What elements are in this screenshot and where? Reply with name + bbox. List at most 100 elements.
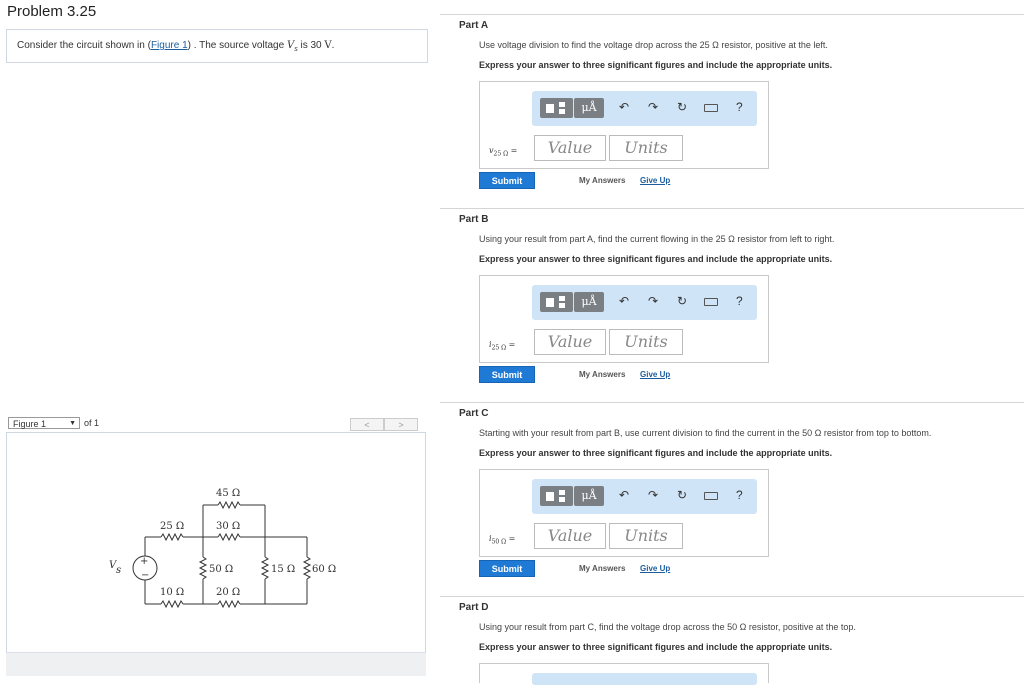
part-instruction: Express your answer to three significant… [479, 254, 833, 264]
answer-variable: i25 Ω = [489, 340, 515, 352]
value-input[interactable]: Value [534, 329, 606, 355]
period: . [331, 40, 335, 51]
undo-icon[interactable]: ↶ [619, 100, 629, 114]
help-icon[interactable]: ? [736, 294, 743, 308]
divider [440, 14, 1024, 15]
problem-statement: Consider the circuit shown in (Figure 1)… [6, 29, 428, 63]
templates-icon[interactable] [540, 292, 573, 312]
submit-button[interactable]: Submit [479, 560, 535, 577]
answer-variable: i50 Ω = [489, 534, 515, 546]
figure-footer [6, 652, 426, 676]
templates-icon[interactable] [540, 98, 573, 118]
resistor-10-icon [160, 599, 184, 609]
keyboard-icon[interactable] [704, 298, 718, 306]
units-input[interactable]: Units [609, 135, 683, 161]
units-icon[interactable]: μÅ [574, 292, 604, 312]
reset-icon[interactable]: ↻ [677, 488, 687, 502]
part-label: Part D [459, 602, 489, 613]
units-icon[interactable]: μÅ [574, 98, 604, 118]
help-icon[interactable]: ? [736, 488, 743, 502]
submit-button[interactable]: Submit [479, 172, 535, 189]
label-25: 25 Ω [160, 521, 184, 532]
figure-link[interactable]: Figure 1 [151, 40, 188, 51]
part-label: Part A [459, 20, 489, 31]
part-description: Using your result from part C, find the … [479, 622, 856, 632]
undo-icon[interactable]: ↶ [619, 294, 629, 308]
undo-icon[interactable]: ↶ [619, 488, 629, 502]
resistor-25-icon [160, 532, 184, 542]
resistor-50-icon [198, 556, 208, 580]
part-c: Part C Starting with your result from pa… [440, 402, 1024, 596]
plus-sign: + [140, 556, 148, 567]
resistor-45-icon [217, 500, 241, 510]
minus-sign: − [141, 570, 149, 581]
prev-figure-button[interactable]: < [350, 418, 384, 431]
answer-box: μÅ ↶ ↷ ↻ ? i50 Ω = Value Units [479, 469, 769, 557]
divider [440, 596, 1024, 597]
figure-select-label: Figure 1 [13, 419, 47, 429]
resistor-15-icon [260, 556, 270, 580]
help-icon[interactable]: ? [736, 100, 743, 114]
my-answers-label: My Answers [579, 564, 626, 573]
label-15: 15 Ω [271, 564, 295, 575]
figure-panel: + − V s 45 Ω 25 Ω 30 Ω 50 Ω 15 Ω 60 Ω 10… [6, 432, 426, 675]
part-label: Part C [459, 408, 489, 419]
resistor-30-icon [217, 532, 241, 542]
part-description: Using your result from part A, find the … [479, 234, 835, 244]
part-label: Part B [459, 214, 489, 225]
var-sub: 25 Ω [491, 344, 507, 352]
label-60: 60 Ω [312, 564, 336, 575]
units-input[interactable]: Units [609, 523, 683, 549]
my-answers-label: My Answers [579, 176, 626, 185]
reset-icon[interactable]: ↻ [677, 100, 687, 114]
value-input[interactable]: Value [534, 523, 606, 549]
redo-icon[interactable]: ↷ [648, 294, 658, 308]
dropdown-arrow-icon: ▼ [69, 420, 76, 427]
redo-icon[interactable]: ↷ [648, 488, 658, 502]
label-10: 10 Ω [160, 587, 184, 598]
parts-column: Part A Use voltage division to find the … [440, 0, 1024, 685]
equation-toolbar: μÅ ↶ ↷ ↻ ? [532, 479, 757, 514]
figure-select[interactable]: Figure 1 ▼ [8, 417, 80, 429]
circuit-diagram: + − V s 45 Ω 25 Ω 30 Ω 50 Ω 15 Ω 60 Ω 10… [109, 488, 336, 609]
voltage-unit: V [324, 40, 332, 51]
keyboard-icon[interactable] [704, 104, 718, 112]
reset-icon[interactable]: ↻ [677, 294, 687, 308]
resistor-60-icon [302, 556, 312, 580]
equals-sign: = [508, 146, 518, 155]
units-icon[interactable]: μÅ [574, 486, 604, 506]
value-input[interactable]: Value [534, 135, 606, 161]
resistor-20-icon [217, 599, 241, 609]
divider [440, 208, 1024, 209]
give-up-link[interactable]: Give Up [640, 176, 670, 185]
problem-text: Consider the circuit shown in (Figure 1)… [17, 40, 334, 53]
part-description: Use voltage division to find the voltage… [479, 40, 828, 50]
part-a: Part A Use voltage division to find the … [440, 14, 1024, 208]
answer-box [479, 663, 769, 685]
my-answers-label: My Answers [579, 370, 626, 379]
divider [440, 402, 1024, 403]
units-input[interactable]: Units [609, 329, 683, 355]
intro-prefix: Consider the circuit shown in ( [17, 40, 151, 51]
answer-variable: v25 Ω = [489, 146, 517, 158]
label-20: 20 Ω [216, 587, 240, 598]
give-up-link[interactable]: Give Up [640, 370, 670, 379]
templates-icon[interactable] [540, 486, 573, 506]
keyboard-icon[interactable] [704, 492, 718, 500]
redo-icon[interactable]: ↷ [648, 100, 658, 114]
var-sub: 50 Ω [491, 538, 507, 546]
give-up-link[interactable]: Give Up [640, 564, 670, 573]
part-d: Part D Using your result from part C, fi… [440, 596, 1024, 685]
source-label-sub: s [116, 565, 121, 576]
label-45: 45 Ω [216, 488, 240, 499]
submit-button[interactable]: Submit [479, 366, 535, 383]
intro-suffix: is 30 [297, 40, 325, 51]
answer-box: μÅ ↶ ↷ ↻ ? v25 Ω = Value Units [479, 81, 769, 169]
equals-sign: = [506, 534, 516, 543]
next-figure-button[interactable]: > [384, 418, 418, 431]
part-description: Starting with your result from part B, u… [479, 428, 932, 438]
part-b: Part B Using your result from part A, fi… [440, 208, 1024, 402]
problem-column: Consider the circuit shown in (Figure 1)… [6, 0, 428, 676]
equation-toolbar: μÅ ↶ ↷ ↻ ? [532, 91, 757, 126]
part-instruction: Express your answer to three significant… [479, 642, 833, 652]
